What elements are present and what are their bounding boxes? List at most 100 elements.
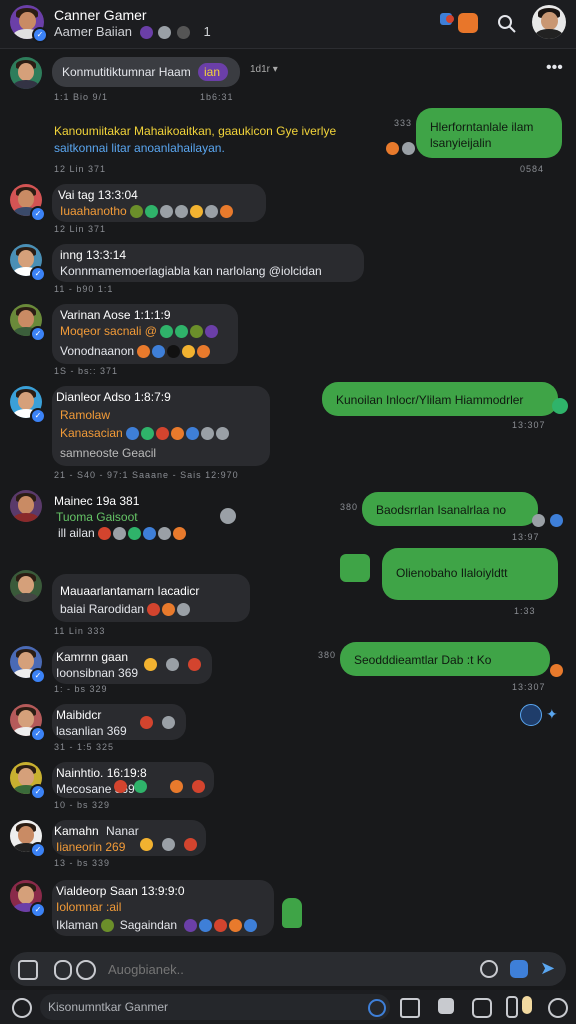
sticker-icon[interactable] — [472, 998, 492, 1018]
emoji-picker-icon[interactable] — [76, 960, 96, 980]
message-bubble[interactable]: Mauaarlantamarn Iacadicr baiai Rarodidan — [52, 574, 250, 622]
timestamp: 13:97 — [512, 532, 540, 542]
emoji-icon — [550, 514, 563, 527]
thumbs-up-icon[interactable] — [282, 898, 302, 928]
message-text: Moqeor sacnali @ — [60, 324, 220, 339]
activity-icon[interactable] — [458, 13, 478, 33]
message-bubble[interactable]: inng 13:3:14 Konnmamemoerlagiabla kan na… — [52, 244, 364, 282]
timestamp: 1:1 Bio 9/1 — [54, 92, 109, 102]
verified-icon: ✓ — [30, 784, 46, 800]
emoji-icon — [188, 658, 201, 671]
voice-icon[interactable] — [506, 996, 518, 1018]
timestamp: 1S - bs:: 371 — [54, 366, 119, 376]
composer: ➤ — [10, 952, 566, 986]
emoji-icon — [199, 919, 213, 933]
gallery-icon[interactable] — [400, 998, 420, 1018]
message-bubble[interactable]: Maibidcr lasanlian 369 — [52, 704, 186, 740]
message-bubble-outgoing[interactable]: Baodsrrlan Isanalrlaa no — [362, 492, 538, 526]
timestamp: 1b6:31 — [200, 92, 234, 102]
close-icon[interactable] — [548, 998, 568, 1018]
timestamp: 12 Lin 371 — [54, 224, 107, 234]
message-bubble[interactable]: Kamahn Nanar Iianeorin 269 — [52, 820, 206, 856]
bottom-bar: Kisonumntkar Ganmer — [0, 990, 576, 1024]
page-title: Canner Gamer — [54, 7, 147, 23]
attach-icon[interactable] — [54, 960, 72, 980]
message-text: baiai Rarodidan — [60, 602, 192, 617]
emoji-icon — [140, 716, 153, 729]
emoji-icon — [177, 603, 191, 617]
profile-avatar[interactable] — [532, 5, 566, 39]
timestamp: 11 - b90 1:1 — [54, 284, 114, 294]
emoji-icon — [175, 325, 189, 339]
message-input[interactable] — [106, 958, 410, 980]
emoji-icon — [184, 838, 197, 851]
emoji-icon — [190, 325, 204, 339]
emoji-icon — [205, 205, 219, 219]
message-row: ✓ Kamrnn gaan Ioonsibnan 369 1: - bs 329 — [0, 644, 576, 700]
avatar[interactable] — [10, 570, 42, 602]
emoji-icon — [176, 26, 190, 40]
emoji-icon — [130, 205, 144, 219]
message-row-outgoing: 333 Hlerforntanlale ilam lsanyieijalin 0… — [0, 106, 576, 176]
emoji-icon — [182, 345, 196, 359]
emoji-icon — [147, 603, 161, 617]
sender-name: Varinan Aose 1:1:1:9 — [60, 308, 171, 322]
message-row-outgoing: Kunoilan Inlocr/Ylilam Hiammodrler 13:30… — [0, 380, 576, 430]
message-row: ✓ Maibidcr lasanlian 369 31 - 1:5 325 — [0, 702, 576, 758]
info-icon[interactable] — [368, 999, 386, 1017]
timestamp: 11 Lin 333 — [54, 626, 106, 636]
message-bubble[interactable]: Varinan Aose 1:1:1:9 Moqeor sacnali @ Vo… — [52, 304, 238, 364]
add-icon[interactable] — [18, 960, 38, 980]
timestamp: 13:307 — [512, 420, 546, 430]
verified-icon: ✓ — [30, 206, 46, 222]
timestamp: 0584 — [520, 164, 545, 174]
emoji-icon — [152, 345, 166, 359]
message-bubble[interactable]: Kamrnn gaan Ioonsibnan 369 — [52, 646, 212, 684]
sender-name: Kamahn — [54, 824, 99, 838]
message-bubble-outgoing[interactable]: Kunoilan Inlocr/Ylilam Hiammodrler — [322, 382, 558, 416]
emoji-icon — [134, 780, 147, 793]
sender-name: Kamrnn gaan — [56, 650, 129, 664]
gif-icon[interactable] — [438, 998, 454, 1014]
timestamp: 380 — [340, 502, 359, 512]
message-row: ✓ Vialdeorp Saan 13:9:9:0 Iolomnar :ail … — [0, 878, 576, 942]
avatar[interactable] — [10, 57, 42, 89]
message-row: ✓ Vai tag 13:3:04 Iuaahanotho 12 Lin 371 — [0, 182, 576, 238]
message-bubble[interactable]: Nainhtio. 16:19:8 Mecosane 369 — [52, 762, 214, 798]
emoji-icon — [101, 919, 115, 933]
sender-name: Mauaarlantamarn Iacadicr — [60, 584, 200, 598]
more-options-icon[interactable]: ••• — [546, 60, 563, 76]
sender-name: Vai tag 13:3:04 — [58, 188, 138, 202]
emoji-icon — [139, 26, 153, 40]
emoji-icon — [170, 780, 183, 793]
mic-icon[interactable] — [480, 960, 498, 978]
verified-icon: ✓ — [30, 842, 46, 858]
emoji-icon — [229, 919, 243, 933]
message-row: Mauaarlantamarn Iacadicr baiai Rarodidan… — [0, 568, 576, 640]
secondary-input[interactable]: Kisonumntkar Ganmer — [40, 994, 390, 1020]
message-bubble[interactable]: Konmutitiktumnar Haam ian — [52, 57, 240, 87]
message-row-outgoing: 380 Baodsrrlan Isanalrlaa no 13:97 — [0, 490, 576, 542]
sender-line: Kamahn Nanar — [54, 824, 139, 838]
verified-icon: ✓ — [32, 27, 48, 43]
emoji-icon — [145, 205, 159, 219]
like-icon[interactable] — [522, 996, 532, 1014]
verified-icon: ✓ — [30, 726, 46, 742]
sender-name: inng 13:3:14 — [60, 248, 127, 262]
emoji-icon — [190, 205, 204, 219]
message-bubble[interactable]: Vai tag 13:3:04 Iuaahanotho — [52, 184, 266, 222]
emoji-icon — [197, 345, 211, 359]
message-bubble-outgoing[interactable]: Hlerforntanlale ilam lsanyieijalin — [416, 108, 562, 158]
message-row: ✓ Kamahn Nanar Iianeorin 269 13 - bs 339 — [0, 818, 576, 874]
camera-icon[interactable] — [510, 960, 528, 978]
home-icon[interactable] — [12, 998, 32, 1018]
timestamp: 21 - S40 - 97:1 Saaane - Sais 12:970 — [54, 470, 239, 480]
message-row: ✓ inng 13:3:14 Konnmamemoerlagiabla kan … — [0, 242, 576, 298]
send-icon[interactable]: ➤ — [540, 958, 555, 979]
search-icon[interactable] — [496, 13, 518, 35]
sender-name: Vialdeorp Saan 13:9:9:0 — [56, 884, 185, 898]
message-bubble[interactable]: Vialdeorp Saan 13:9:9:0 Iolomnar :ail Ik… — [52, 880, 274, 936]
emoji-icon — [167, 345, 181, 359]
emoji-icon — [214, 919, 228, 933]
emoji-icon — [192, 780, 205, 793]
